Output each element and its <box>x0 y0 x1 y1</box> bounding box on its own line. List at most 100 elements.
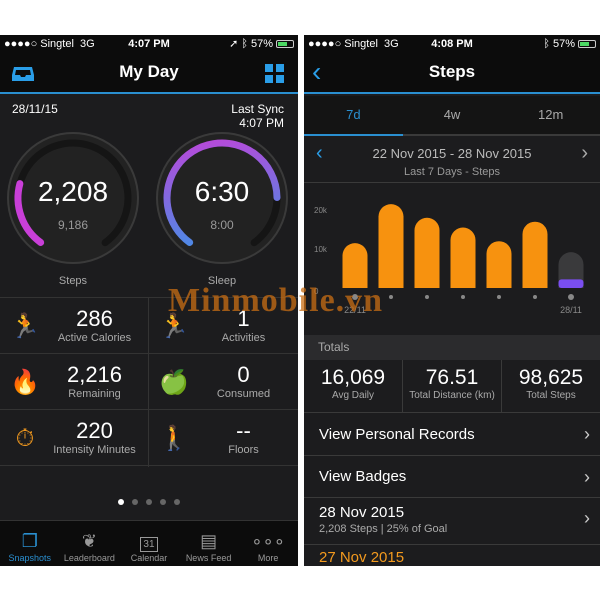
network: 3G <box>80 37 95 50</box>
calendar-icon: 31 <box>140 529 158 553</box>
metric-active-calories[interactable]: 🏃 286 Active Calories <box>0 298 149 354</box>
tab-12m[interactable]: 12m <box>501 96 600 134</box>
page-dot[interactable] <box>174 499 180 505</box>
tab-calendar[interactable]: 31 Calendar <box>119 521 179 566</box>
runner-icon: 🏃 <box>159 313 189 340</box>
page-title: My Day <box>119 62 179 81</box>
link-label: View Badges <box>319 468 407 485</box>
tab-7d[interactable]: 7d <box>304 96 403 136</box>
battery-percent: 57% <box>552 37 575 50</box>
metric-label: Floors <box>228 444 259 456</box>
bar[interactable] <box>414 217 440 288</box>
metric-consumed[interactable]: 🍏 0 Consumed <box>149 354 298 410</box>
bar[interactable] <box>486 241 512 288</box>
battery-percent: 57% <box>250 37 273 50</box>
view-personal-records[interactable]: View Personal Records › <box>304 413 600 456</box>
chevron-right-icon: › <box>584 424 590 444</box>
tab-label: News Feed <box>185 553 232 563</box>
date-nav: ‹ 22 Nov 2015 - 28 Nov 2015 Last 7 Days … <box>304 138 600 183</box>
running-icon: 🏃 <box>10 313 40 340</box>
x-dot <box>461 295 465 299</box>
y-tick-label: 10k <box>314 245 328 254</box>
chart-subtitle: Last 7 Days - Steps <box>404 166 500 178</box>
status-bar: ●●●●○ Singtel 3G 4:08 PM ᛒ 57% <box>304 35 600 52</box>
carrier: ●●●●○ Singtel <box>308 37 378 50</box>
tab-snapshots[interactable]: ❐ Snapshots <box>0 521 60 566</box>
steps-chart: 0 10k 20k 22/11 28/11 <box>314 204 584 315</box>
metric-label: Consumed <box>216 388 271 400</box>
stat-value: 76.51 <box>425 366 479 389</box>
x-dot <box>389 295 393 299</box>
bar[interactable] <box>342 243 368 288</box>
header: My Day <box>0 52 298 94</box>
metric-activities[interactable]: 🏃 1 Activities <box>149 298 298 354</box>
day-row[interactable]: 28 Nov 2015 2,208 Steps | 25% of Goal › <box>304 498 600 545</box>
metric-value: 2,216 <box>66 362 123 387</box>
tab-label: Calendar <box>130 553 168 563</box>
bar[interactable] <box>450 227 476 288</box>
snapshots-icon: ❐ <box>21 531 38 551</box>
metric-intensity-minutes[interactable]: ⏱ 220 Intensity Minutes <box>0 410 149 466</box>
flame-icon: 🔥 <box>10 369 40 396</box>
ring-steps[interactable]: 2,208 9,186 Steps <box>3 128 143 288</box>
stat: 16,069 Avg Daily <box>304 360 403 412</box>
metric-value: 1 <box>237 306 250 331</box>
bar[interactable] <box>558 279 584 288</box>
x-dot <box>533 295 537 299</box>
metrics-grid: 🏃 286 Active Calories 🏃 1 Activities 🔥 2,2… <box>0 297 298 467</box>
page-dot[interactable] <box>146 499 152 505</box>
link-label: View Personal Records <box>319 426 475 443</box>
inbox-icon[interactable] <box>12 64 34 82</box>
stat: 98,625 Total Steps <box>502 360 600 412</box>
page-dot[interactable] <box>132 499 138 505</box>
chevron-right-icon: › <box>584 508 590 528</box>
ring-goal: 9,186 <box>57 218 89 232</box>
grid-divider <box>148 297 149 467</box>
metric-label: Activities <box>221 332 266 344</box>
bar[interactable] <box>522 221 548 288</box>
metric-remaining[interactable]: 🔥 2,216 Remaining <box>0 354 149 410</box>
next-week-button[interactable]: › <box>581 142 588 165</box>
date-range: 22 Nov 2015 - 28 Nov 2015 <box>372 146 532 161</box>
stat: 76.51 Total Distance (km) <box>403 360 502 412</box>
y-tick-label: 20k <box>314 206 328 215</box>
stat-label: Total Distance (km) <box>409 390 495 401</box>
x-tick-label: 28/11 <box>560 305 582 315</box>
steps-screen: ●●●●○ Singtel 3G 4:08 PM ᛒ 57% ‹ Steps 7d… <box>304 35 600 566</box>
day-title: 28 Nov 2015 <box>319 504 405 521</box>
bar[interactable] <box>378 204 404 288</box>
stopwatch-icon: ⏱ <box>15 425 35 452</box>
day-row[interactable]: 27 Nov 2015 <box>304 545 600 566</box>
tab-leaderboard[interactable]: ❦ Leaderboard <box>60 521 120 566</box>
page-dot[interactable] <box>160 499 166 505</box>
x-dot <box>568 294 574 300</box>
network: 3G <box>384 37 399 50</box>
date: 28/11/15 <box>12 102 58 116</box>
tab-bar: ❐ Snapshots ❦ Leaderboard 31 Calendar ▤ News Fe… <box>0 520 298 566</box>
metric-floors[interactable]: 🚶 -- Floors <box>149 410 298 466</box>
newspaper-icon: ▤ <box>200 531 218 551</box>
battery-icon <box>578 39 596 48</box>
tab-4w[interactable]: 4w <box>403 96 502 134</box>
page-indicator[interactable] <box>0 499 298 505</box>
ring-goal: 8:00 <box>210 218 234 232</box>
back-button[interactable]: ‹ <box>312 56 321 88</box>
totals-header: Totals <box>304 335 600 360</box>
last-sync: Last Sync 4:07 PM <box>231 102 284 130</box>
carrier: ●●●●○ Singtel <box>4 37 74 50</box>
tab-label: Leaderboard <box>63 553 115 563</box>
stat-label: Total Steps <box>526 390 576 401</box>
page-dot[interactable] <box>118 499 124 505</box>
view-badges[interactable]: View Badges › <box>304 456 600 498</box>
ring-sleep[interactable]: 6:30 8:00 Sleep <box>152 128 292 288</box>
bluetooth-icon: ᛒ <box>543 37 550 50</box>
tab-news-feed[interactable]: ▤ News Feed <box>179 521 239 566</box>
metric-value: 286 <box>76 306 113 331</box>
stairs-icon: 🚶 <box>159 425 189 452</box>
ring-value: 6:30 <box>194 176 250 207</box>
stat-label: Avg Daily <box>331 390 375 401</box>
tab-more[interactable]: ∘∘∘ More <box>238 521 298 566</box>
ring-value: 2,208 <box>37 176 109 207</box>
grid-icon[interactable] <box>265 64 284 83</box>
location-icon: ➚ <box>229 38 239 50</box>
